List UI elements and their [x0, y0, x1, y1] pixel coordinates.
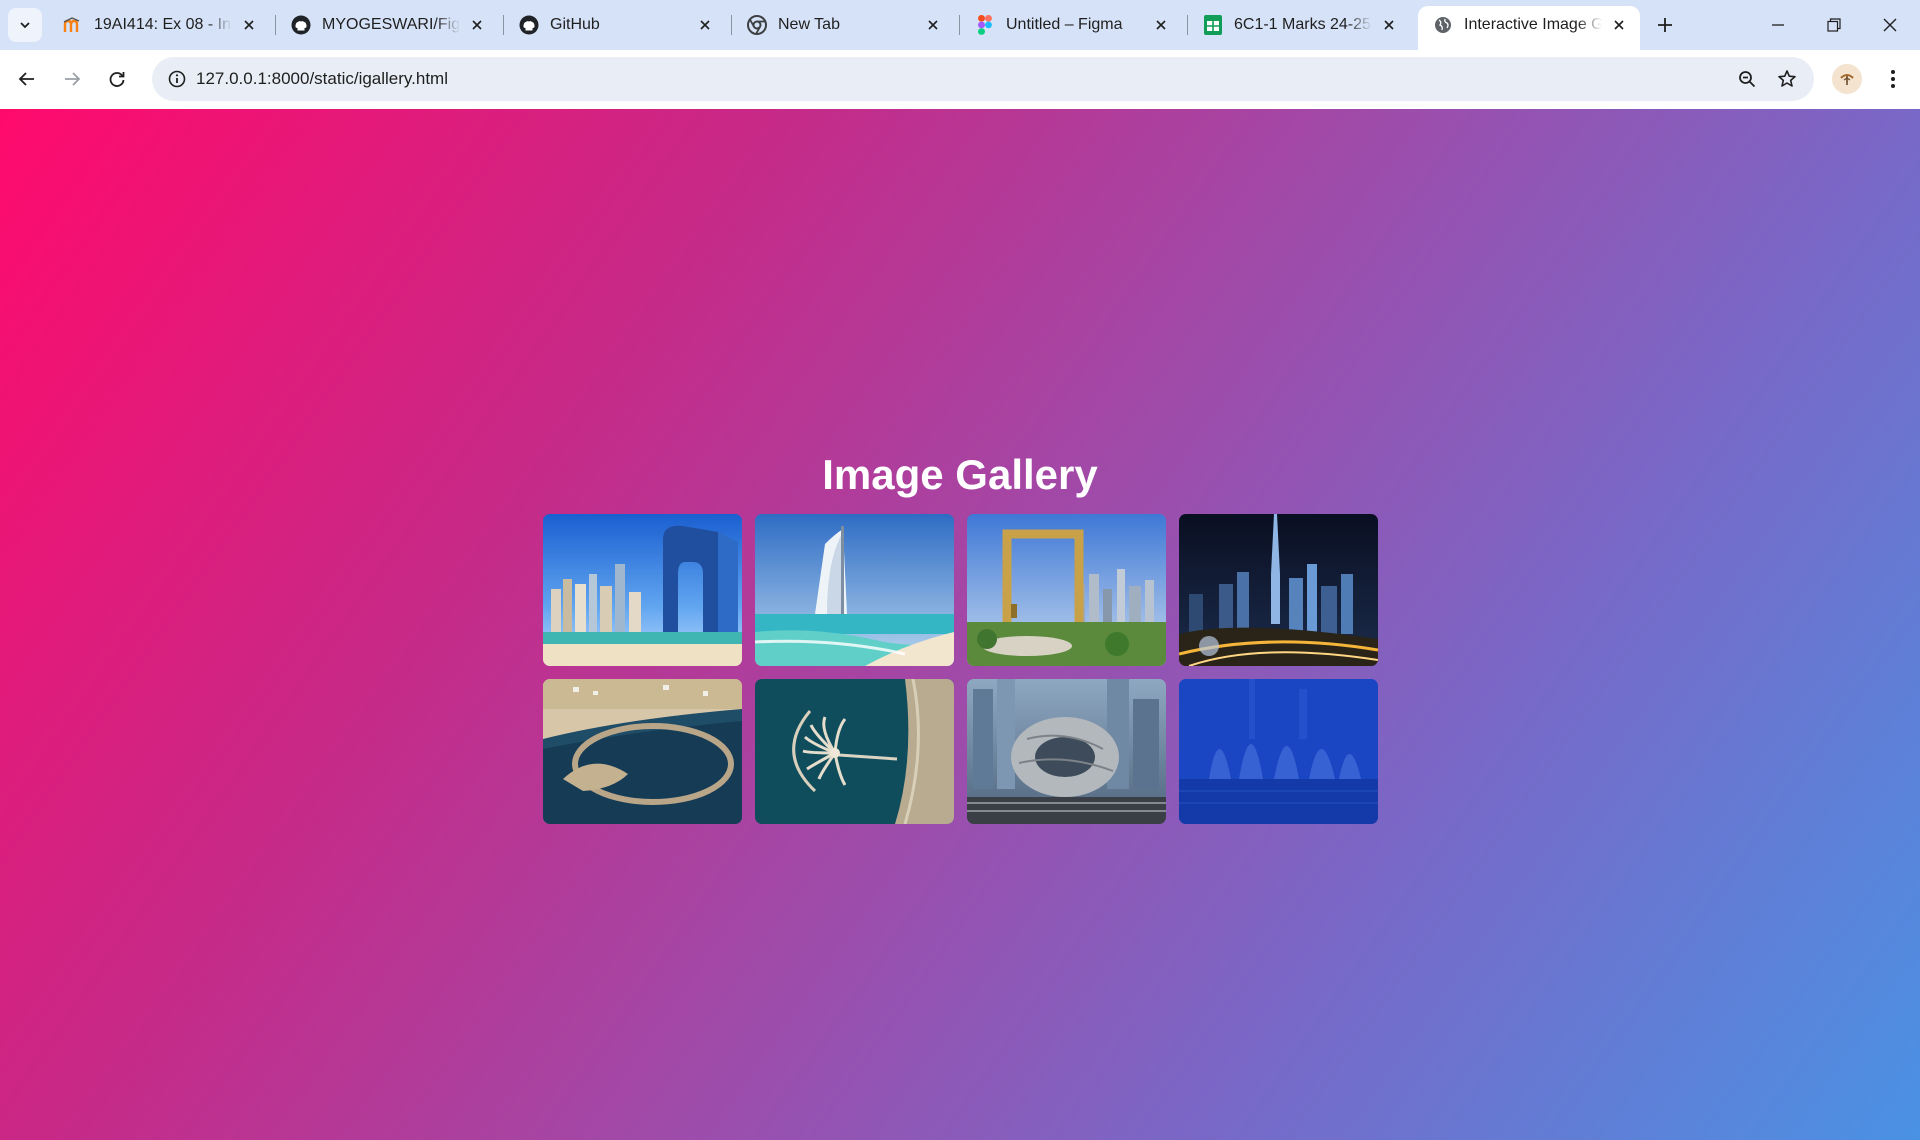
photo-dubai-frame — [967, 514, 1166, 666]
zoom-out-icon — [1739, 71, 1756, 88]
close-icon[interactable] — [1378, 14, 1400, 36]
github-icon — [290, 14, 312, 36]
photo-downtown-night — [1179, 514, 1378, 666]
moodle-icon — [62, 14, 84, 36]
minimize-button[interactable] — [1750, 0, 1806, 50]
gallery-image-downtown-night[interactable] — [1179, 514, 1378, 666]
tab-strip: 19AI414: Ex 08 - Interactive Image Galle… — [0, 0, 1920, 50]
tab-github-figma[interactable]: MYOGESWARI/Figma — [276, 6, 498, 44]
figma-icon — [974, 14, 996, 36]
avatar-icon — [1840, 74, 1854, 85]
photo-marina — [543, 514, 742, 666]
page-viewport: Image Gallery — [0, 109, 1920, 1140]
reload-icon — [109, 72, 125, 87]
info-icon — [168, 70, 186, 88]
browser-toolbar: 127.0.0.1:8000/static/igallery.html — [0, 50, 1920, 109]
close-icon[interactable] — [466, 14, 488, 36]
image-grid — [543, 514, 1378, 824]
tab-title: GitHub — [550, 16, 600, 33]
tab-title: Untitled – Figma — [1006, 16, 1123, 33]
zoom-button[interactable] — [1730, 62, 1764, 96]
back-button[interactable] — [10, 62, 44, 96]
close-icon[interactable] — [694, 14, 716, 36]
close-window-button[interactable] — [1862, 0, 1918, 50]
tab-moodle[interactable]: 19AI414: Ex 08 - Interactive Image Galle… — [48, 6, 270, 44]
tab-new-tab[interactable]: New Tab — [732, 6, 954, 44]
tab-search-button[interactable] — [8, 8, 42, 42]
photo-burj-al-arab — [755, 514, 954, 666]
close-icon[interactable] — [1608, 14, 1630, 36]
gallery-image-fountain[interactable] — [1179, 679, 1378, 824]
bookmark-button[interactable] — [1770, 62, 1804, 96]
restore-icon — [1827, 18, 1841, 32]
gallery-image-dubai-frame[interactable] — [967, 514, 1166, 666]
tab-sheets[interactable]: 6C1-1 Marks 24-25 CSE — [1188, 6, 1410, 44]
chrome-icon — [746, 14, 768, 36]
close-icon — [1883, 18, 1897, 32]
close-icon[interactable] — [1150, 14, 1172, 36]
star-icon — [1778, 70, 1796, 87]
photo-museum-future — [967, 679, 1166, 824]
close-icon[interactable] — [238, 14, 260, 36]
browser-menu-button[interactable] — [1876, 62, 1910, 96]
tab-figma[interactable]: Untitled – Figma — [960, 6, 1182, 44]
github-icon — [518, 14, 540, 36]
url-text: 127.0.0.1:8000/static/igallery.html — [196, 69, 448, 88]
tab-github[interactable]: GitHub — [504, 6, 726, 44]
tab-title: 19AI414: Ex 08 - Interactive Image Galle… — [94, 16, 232, 33]
page-title: Image Gallery — [822, 451, 1098, 498]
tab-title: New Tab — [778, 16, 840, 33]
photo-fountain — [1179, 679, 1378, 824]
tab-title: 6C1-1 Marks 24-25 CSE — [1234, 16, 1372, 33]
arrow-right-icon — [65, 72, 81, 86]
site-info-button[interactable] — [160, 62, 194, 96]
gallery-image-palm-jumeirah[interactable] — [755, 679, 954, 824]
sheets-icon — [1202, 14, 1224, 36]
new-tab-button[interactable] — [1650, 10, 1680, 40]
chevron-down-icon — [20, 22, 30, 29]
globe-icon — [1432, 14, 1454, 36]
plus-icon — [1658, 18, 1672, 32]
more-vert-icon — [1891, 70, 1895, 88]
tab-title: Interactive Image Gallery — [1464, 16, 1602, 33]
photo-palm-jumeirah — [755, 679, 954, 824]
forward-button[interactable] — [55, 62, 89, 96]
restore-button[interactable] — [1806, 0, 1862, 50]
photo-aerial-island — [543, 679, 742, 824]
gallery-image-aerial-island[interactable] — [543, 679, 742, 824]
gallery-image-marina[interactable] — [543, 514, 742, 666]
reload-button[interactable] — [100, 62, 134, 96]
address-bar[interactable]: 127.0.0.1:8000/static/igallery.html — [152, 57, 1814, 101]
profile-avatar[interactable] — [1832, 64, 1862, 94]
gallery-image-museum-future[interactable] — [967, 679, 1166, 824]
close-icon[interactable] — [922, 14, 944, 36]
tab-interactive-image-gallery[interactable]: Interactive Image Gallery — [1418, 6, 1640, 50]
tab-title: MYOGESWARI/Figma — [322, 16, 460, 33]
minimize-icon — [1772, 24, 1784, 26]
arrow-left-icon — [18, 72, 34, 86]
gallery-image-burj-al-arab[interactable] — [755, 514, 954, 666]
